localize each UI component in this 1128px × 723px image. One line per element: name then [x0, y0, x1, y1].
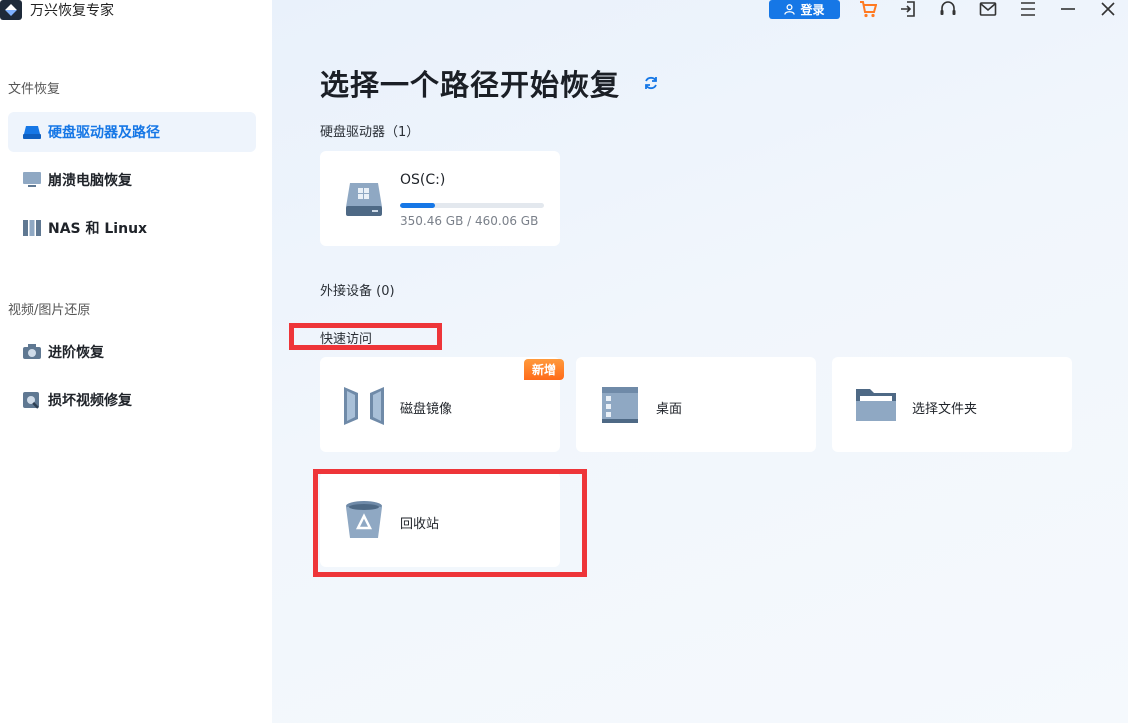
page-title: 选择一个路径开始恢复	[320, 68, 621, 102]
app-title-bar: 万兴恢复专家	[0, 0, 114, 20]
cart-icon[interactable]	[858, 0, 878, 18]
refresh-icon[interactable]	[643, 75, 659, 91]
quick-access-select-folder[interactable]: 选择文件夹	[832, 357, 1072, 452]
sidebar-item-nas-linux[interactable]: NAS 和 Linux	[8, 208, 256, 248]
mail-icon[interactable]	[978, 0, 998, 18]
app-logo-icon	[0, 0, 22, 20]
login-button[interactable]: 登录	[769, 0, 840, 19]
menu-icon[interactable]	[1018, 0, 1038, 18]
external-devices-label: 外接设备 (0)	[320, 284, 395, 299]
drive-size: 350.46 GB / 460.06 GB	[400, 214, 539, 228]
drive-icon	[23, 126, 41, 139]
quick-access-recycle-bin[interactable]: 回收站	[320, 472, 560, 567]
sidebar-item-advanced-recovery[interactable]: 进阶恢复	[8, 332, 256, 372]
sidebar-item-hard-drive[interactable]: 硬盘驱动器及路径	[8, 112, 256, 152]
camera-icon	[23, 344, 41, 359]
sidebar-item-video-repair[interactable]: 损坏视频修复	[8, 380, 256, 420]
drive-usage-fill	[400, 203, 435, 208]
user-icon	[784, 4, 796, 15]
desktop-icon	[602, 387, 638, 423]
quick-access-desktop[interactable]: 桌面	[576, 357, 816, 452]
quick-access-label-desktop: 桌面	[656, 402, 683, 417]
folder-icon	[856, 389, 896, 421]
quick-access-label: 快速访问	[320, 332, 373, 347]
nas-icon	[23, 220, 41, 236]
sign-in-icon[interactable]	[898, 0, 918, 18]
monitor-icon	[23, 172, 41, 187]
login-label: 登录	[800, 3, 825, 17]
windows-drive-icon	[346, 183, 382, 216]
drive-usage-bar	[400, 203, 544, 208]
new-badge: 新增	[524, 359, 564, 380]
drive-name: OS(C:)	[400, 172, 446, 188]
minimize-icon[interactable]	[1058, 0, 1078, 18]
sidebar-item-label: 损坏视频修复	[48, 393, 132, 409]
section-video-photo: 视频/图片还原	[8, 303, 91, 318]
drive-card-c[interactable]: OS(C:) 350.46 GB / 460.06 GB	[320, 151, 560, 246]
sidebar-item-label: 硬盘驱动器及路径	[48, 125, 160, 141]
close-icon[interactable]	[1098, 0, 1118, 18]
sidebar-item-label: NAS 和 Linux	[48, 221, 148, 237]
disk-image-icon	[344, 387, 384, 425]
section-file-recovery: 文件恢复	[8, 82, 61, 97]
quick-access-label-folder: 选择文件夹	[912, 402, 978, 417]
headset-icon[interactable]	[938, 0, 958, 18]
recycle-bin-icon	[346, 501, 382, 538]
sidebar-item-label: 崩溃电脑恢复	[48, 173, 132, 189]
app-name: 万兴恢复专家	[30, 3, 114, 19]
quick-access-label-disk-image: 磁盘镜像	[400, 402, 453, 417]
video-repair-icon	[23, 392, 39, 409]
quick-access-label-recycle-bin: 回收站	[400, 517, 440, 532]
sidebar-item-label: 进阶恢复	[48, 345, 104, 361]
sidebar-item-crash-recovery[interactable]: 崩溃电脑恢复	[8, 160, 256, 200]
hard-drives-label: 硬盘驱动器（1）	[320, 125, 420, 140]
sidebar: 万兴恢复专家 文件恢复 硬盘驱动器及路径 崩溃电脑恢复 NAS 和 Linux …	[0, 0, 272, 723]
